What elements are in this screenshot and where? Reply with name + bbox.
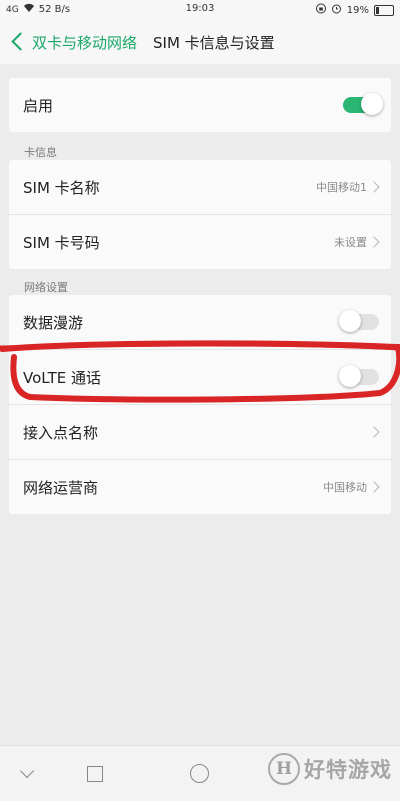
card-info-section-title: 卡信息 bbox=[24, 146, 57, 159]
chevron-right-icon bbox=[368, 236, 380, 248]
toggle-knob bbox=[339, 365, 361, 387]
back-arrow-icon[interactable] bbox=[6, 20, 32, 64]
system-nav-bar: H 好特游戏 bbox=[0, 745, 400, 801]
alarm-icon bbox=[331, 3, 342, 17]
home-icon[interactable] bbox=[190, 764, 209, 783]
battery-percent: 19% bbox=[346, 4, 369, 16]
enable-label: 启用 bbox=[23, 96, 54, 115]
sim-name-row[interactable]: SIM 卡名称 中国移动1 bbox=[9, 160, 391, 215]
watermark-text: 好特游戏 bbox=[304, 758, 392, 782]
data-roaming-toggle[interactable] bbox=[339, 310, 379, 332]
volte-toggle[interactable] bbox=[339, 365, 379, 387]
sim-number-row[interactable]: SIM 卡号码 未设置 bbox=[9, 215, 391, 269]
enable-card: 启用 bbox=[9, 78, 391, 132]
recent-apps-icon[interactable] bbox=[87, 766, 103, 782]
sim-name-label: SIM 卡名称 bbox=[23, 178, 100, 197]
chevron-right-icon bbox=[368, 181, 380, 193]
status-bar: 4G 52 B/s 19:03 19% bbox=[0, 0, 400, 20]
watermark: H 好特游戏 bbox=[268, 753, 392, 785]
toggle-knob bbox=[361, 93, 383, 115]
chevron-right-icon bbox=[368, 481, 380, 493]
volte-row[interactable]: VoLTE 通话 bbox=[9, 350, 391, 405]
volte-label: VoLTE 通话 bbox=[23, 368, 101, 387]
toggle-knob bbox=[339, 310, 361, 332]
lock-icon bbox=[315, 3, 326, 17]
carrier-row[interactable]: 网络运营商 中国移动 bbox=[9, 460, 391, 514]
apn-row[interactable]: 接入点名称 bbox=[9, 405, 391, 460]
apn-label: 接入点名称 bbox=[23, 423, 99, 442]
nav-back-icon[interactable] bbox=[19, 763, 35, 779]
network-card: 数据漫游 VoLTE 通话 接入点名称 网络运营商 中国移动 bbox=[9, 295, 391, 514]
data-roaming-row[interactable]: 数据漫游 bbox=[9, 295, 391, 350]
enable-row[interactable]: 启用 bbox=[9, 78, 391, 132]
network-section-title: 网络设置 bbox=[24, 281, 68, 294]
carrier-value: 中国移动 bbox=[323, 481, 367, 494]
app-header: 双卡与移动网络 SIM 卡信息与设置 bbox=[0, 20, 400, 64]
carrier-label: 网络运营商 bbox=[23, 478, 99, 497]
sim-number-value: 未设置 bbox=[334, 236, 367, 249]
back-link[interactable]: 双卡与移动网络 bbox=[32, 32, 137, 53]
sim-number-label: SIM 卡号码 bbox=[23, 233, 100, 252]
battery-icon bbox=[374, 4, 394, 16]
watermark-logo-icon: H bbox=[268, 753, 300, 785]
data-roaming-label: 数据漫游 bbox=[23, 313, 84, 332]
page-title: SIM 卡信息与设置 bbox=[153, 33, 275, 52]
chevron-right-icon bbox=[368, 426, 380, 438]
card-info-card: SIM 卡名称 中国移动1 SIM 卡号码 未设置 bbox=[9, 160, 391, 269]
enable-toggle[interactable] bbox=[343, 93, 383, 115]
sim-name-value: 中国移动1 bbox=[316, 181, 367, 194]
